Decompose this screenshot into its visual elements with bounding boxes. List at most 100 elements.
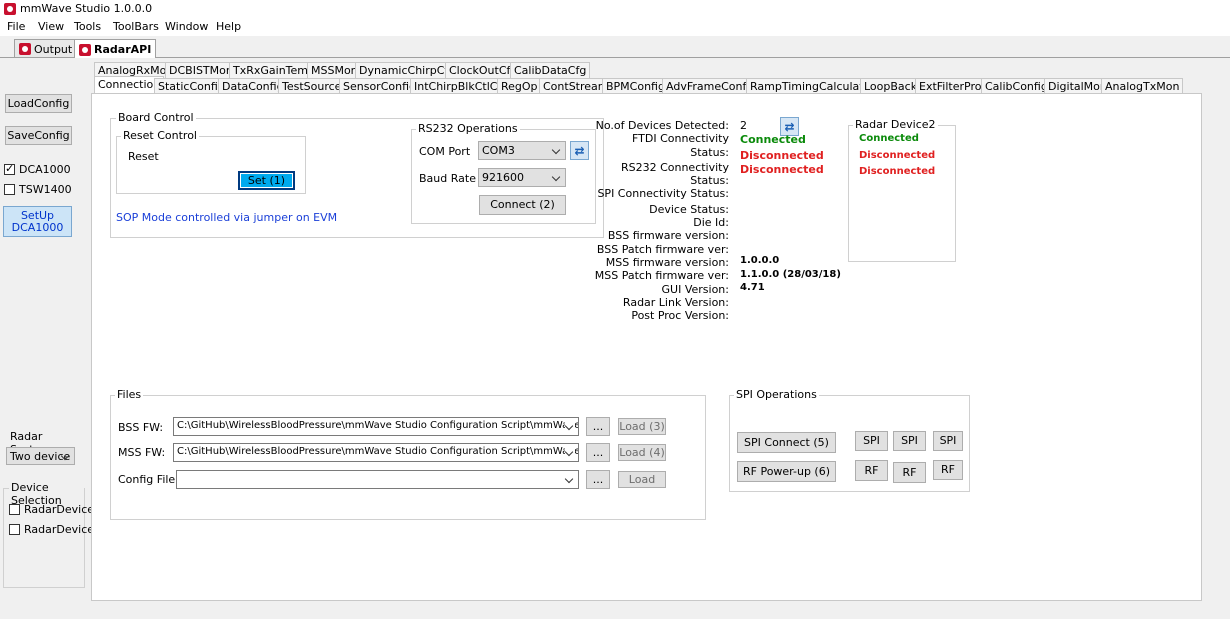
bss-fw-label: BSS firmware version: xyxy=(607,229,729,243)
spi-device3-button[interactable]: SPI xyxy=(933,431,963,451)
radar-system-select[interactable]: Two device xyxy=(6,447,75,465)
chevron-down-icon xyxy=(565,474,575,484)
doc-tab-radarapi[interactable]: RadarAPI xyxy=(74,39,157,58)
load-mss-button[interactable]: Load (4) xyxy=(618,444,666,461)
set-reset-button[interactable]: Set (1) xyxy=(238,171,295,190)
tsw1400-checkbox[interactable] xyxy=(4,184,15,195)
refresh-com-port-button[interactable]: ⇄ xyxy=(570,141,589,160)
chevron-down-icon xyxy=(565,421,575,431)
bss-fw-file-label: BSS FW: xyxy=(118,421,164,434)
device-status-label: Device Status: xyxy=(649,202,729,216)
spi-device1-button[interactable]: SPI xyxy=(855,431,888,451)
rf-device1-button[interactable]: RF xyxy=(855,460,888,481)
config-file-path[interactable] xyxy=(176,470,579,489)
tab-bpmconfig[interactable]: BPMConfig xyxy=(602,78,669,94)
mss-fw-file-label: MSS FW: xyxy=(118,446,166,459)
baud-rate-select[interactable]: 921600 xyxy=(478,168,566,187)
radar-device2-group: Radar Device2 xyxy=(848,118,956,262)
com-port-label: COM Port xyxy=(419,145,471,158)
config-file-label: Config File: xyxy=(118,473,179,486)
tab-ramptimingcalculator[interactable]: RampTimingCalculator xyxy=(746,78,879,94)
bss-browse-button[interactable]: ... xyxy=(586,417,610,436)
gui-version-label: GUI Version: xyxy=(661,282,729,296)
radar-device2-label: RadarDevice2 xyxy=(24,523,102,536)
menu-bar: File View Tools ToolBars Window Help xyxy=(0,18,1230,36)
mss-browse-button[interactable]: ... xyxy=(586,443,610,462)
post-proc-value: 4.71 xyxy=(740,282,765,293)
tab-regop[interactable]: RegOp xyxy=(497,78,542,94)
connect-button[interactable]: Connect (2) xyxy=(479,195,566,215)
spi-status-value: Disconnected xyxy=(740,163,824,176)
doc-tab-output[interactable]: Output xyxy=(14,39,78,57)
radar-device1-checkbox[interactable] xyxy=(9,504,20,515)
ftdi-status-value: Connected xyxy=(740,133,806,146)
bss-patch-label: BSS Patch firmware ver: xyxy=(596,242,729,256)
radar-link-value: 1.1.0.0 (28/03/18) xyxy=(740,269,841,280)
tab-testsource[interactable]: TestSource xyxy=(278,78,346,94)
load-config-file-button[interactable]: Load xyxy=(618,471,666,488)
radar-device1-label: RadarDevice1 xyxy=(24,503,102,516)
rs232-status-value: Disconnected xyxy=(740,149,824,162)
setup-dca1000-button[interactable]: SetUp DCA1000 xyxy=(3,206,72,237)
refresh-icon: ⇄ xyxy=(574,143,585,158)
menu-toolbars[interactable]: ToolBars xyxy=(113,20,159,33)
config-browse-button[interactable]: ... xyxy=(586,470,610,489)
devices-detected-label: No.of Devices Detected: xyxy=(595,119,729,132)
load-bss-button[interactable]: Load (3) xyxy=(618,418,666,435)
menu-view[interactable]: View xyxy=(38,20,64,33)
baud-rate-label: Baud Rate xyxy=(419,172,476,185)
refresh-icon: ⇄ xyxy=(784,119,795,134)
tab-mssmon[interactable]: MSSMon xyxy=(307,62,362,78)
com-port-select[interactable]: COM3 xyxy=(478,141,566,160)
rf-device2-button[interactable]: RF xyxy=(893,462,926,483)
tab-calibconfig[interactable]: CalibConfig xyxy=(981,78,1052,94)
load-config-button[interactable]: LoadConfig xyxy=(5,94,72,113)
tab-dynamicchirpcfg[interactable]: DynamicChirpCfg xyxy=(355,62,460,78)
tab-analogtxmon[interactable]: AnalogTxMon xyxy=(1101,78,1184,94)
window-title: mmWave Studio 1.0.0.0 xyxy=(20,2,153,15)
devices-detected-value: 2 xyxy=(740,119,747,132)
files-title: Files xyxy=(115,388,144,401)
mss-patch-label: MSS Patch firmware ver: xyxy=(594,269,729,283)
output-icon xyxy=(19,43,31,55)
die-id-label: Die Id: xyxy=(693,216,729,230)
post-proc-label: Post Proc Version: xyxy=(631,309,729,323)
tab-calibdatacfg[interactable]: CalibDataCfg xyxy=(510,62,591,78)
chevron-down-icon xyxy=(552,145,562,155)
chevron-down-icon xyxy=(552,172,562,182)
tab-sensorconfig[interactable]: SensorConfig xyxy=(339,78,420,94)
rs232-title: RS232 Operations xyxy=(416,122,520,135)
gui-version-value: 1.0.0.0 xyxy=(740,255,780,266)
tab-loopback[interactable]: LoopBack xyxy=(860,78,922,94)
tab-txrxgaintemp[interactable]: TxRxGainTemp xyxy=(229,62,319,78)
save-config-button[interactable]: SaveConfig xyxy=(5,126,72,145)
ftdi-status-label: FTDI Connectivity Status: xyxy=(632,132,729,159)
dca1000-checkbox[interactable] xyxy=(4,162,15,175)
connection-panel: Board Control Reset Control Reset Set (1… xyxy=(91,93,1202,601)
device2-spi-status: Disconnected xyxy=(859,166,936,177)
chevron-down-icon xyxy=(565,447,575,457)
tab-dcbistmon[interactable]: DCBISTMon xyxy=(165,62,237,78)
menu-help[interactable]: Help xyxy=(216,20,241,33)
radarapi-icon xyxy=(79,43,91,56)
menu-file[interactable]: File xyxy=(7,20,25,33)
device2-rs232-status: Disconnected xyxy=(859,150,936,161)
spi-operations-title: SPI Operations xyxy=(734,388,819,401)
mss-fw-path[interactable]: C:\GitHub\WirelessBloodPressure\mmWave S… xyxy=(173,443,579,462)
chevron-down-icon xyxy=(61,451,71,461)
dca1000-label: DCA1000 xyxy=(19,163,71,176)
reset-label: Reset xyxy=(128,150,159,163)
menu-window[interactable]: Window xyxy=(165,20,208,33)
menu-tools[interactable]: Tools xyxy=(74,20,101,33)
radar-link-label: Radar Link Version: xyxy=(622,295,729,309)
reset-control-title: Reset Control xyxy=(121,129,199,142)
app-icon xyxy=(4,3,16,15)
spi-connect-button[interactable]: SPI Connect (5) xyxy=(737,432,836,453)
radar-device2-checkbox[interactable] xyxy=(9,524,20,535)
radar-device2-title: Radar Device2 xyxy=(853,118,938,131)
bss-fw-path[interactable]: C:\GitHub\WirelessBloodPressure\mmWave S… xyxy=(173,417,579,436)
spi-device2-button[interactable]: SPI xyxy=(893,431,926,451)
rf-powerup-button[interactable]: RF Power-up (6) xyxy=(737,461,836,482)
rs232-status-label: RS232 Connectivity Status: xyxy=(620,160,729,188)
rf-device3-button[interactable]: RF xyxy=(933,460,963,480)
